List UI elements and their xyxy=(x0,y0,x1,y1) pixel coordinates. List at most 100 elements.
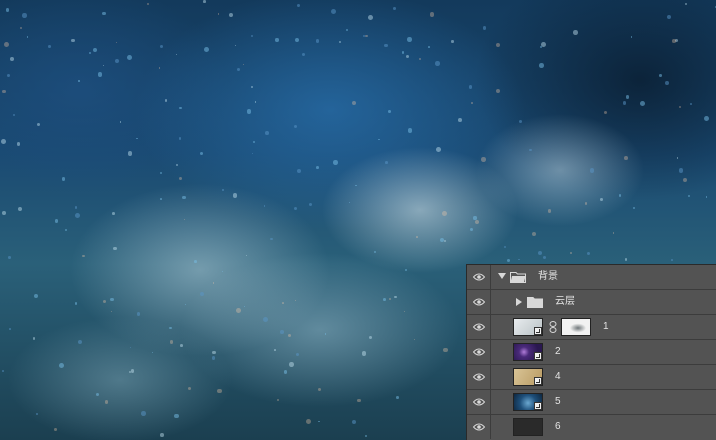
layer-name[interactable]: 背景 xyxy=(538,265,558,289)
texture-speckle xyxy=(61,177,66,181)
texture-speckle xyxy=(687,194,690,197)
collapse-triangle-icon[interactable] xyxy=(516,298,522,306)
texture-speckle xyxy=(296,3,300,7)
texture-speckle xyxy=(221,270,223,272)
texture-speckle xyxy=(3,42,9,48)
texture-speckle xyxy=(667,14,672,19)
texture-speckle xyxy=(160,44,164,48)
texture-speckle xyxy=(419,58,422,61)
visibility-toggle[interactable] xyxy=(467,415,491,439)
visibility-toggle[interactable] xyxy=(467,265,491,289)
texture-speckle xyxy=(182,195,186,200)
texture-speckle xyxy=(112,212,115,216)
texture-speckle xyxy=(264,205,266,207)
texture-speckle xyxy=(442,211,448,216)
texture-speckle xyxy=(387,109,391,113)
eye-icon xyxy=(472,398,485,406)
texture-speckle xyxy=(639,100,645,106)
visibility-toggle[interactable] xyxy=(467,315,491,339)
texture-speckle xyxy=(54,428,57,431)
layer-name[interactable]: 1 xyxy=(603,315,609,339)
texture-speckle xyxy=(102,299,107,304)
visibility-toggle[interactable] xyxy=(467,290,491,314)
layer-thumbnail[interactable] xyxy=(513,418,543,436)
texture-speckle xyxy=(482,26,487,31)
texture-speckle xyxy=(624,156,629,160)
texture-speckle xyxy=(393,7,397,11)
texture-speckle xyxy=(254,101,256,103)
texture-speckle xyxy=(352,419,357,424)
texture-speckle xyxy=(584,202,588,205)
texture-speckle xyxy=(470,102,473,105)
layer-row-2[interactable]: 2 xyxy=(467,340,716,365)
texture-speckle xyxy=(82,254,85,258)
layer-name[interactable]: 5 xyxy=(555,390,561,414)
texture-speckle xyxy=(404,268,407,271)
texture-speckle xyxy=(630,36,633,38)
texture-speckle xyxy=(625,95,630,99)
smart-object-badge-icon xyxy=(534,402,542,410)
texture-speckle xyxy=(389,297,392,300)
texture-speckle xyxy=(262,317,268,323)
texture-speckle xyxy=(235,308,241,314)
texture-speckle xyxy=(22,13,27,18)
texture-speckle xyxy=(2,210,6,215)
texture-speckle xyxy=(114,58,119,63)
texture-speckle xyxy=(10,57,15,61)
layer-row-1[interactable]: 1 xyxy=(467,315,716,340)
layer-thumbnail[interactable] xyxy=(513,343,543,361)
texture-speckle xyxy=(275,38,279,42)
texture-speckle xyxy=(318,420,320,422)
texture-speckle xyxy=(217,12,220,15)
texture-speckle xyxy=(77,340,82,345)
layer-row-4[interactable]: 4 xyxy=(467,365,716,390)
texture-speckle xyxy=(413,338,415,340)
layer-row-5[interactable]: 5 xyxy=(467,390,716,415)
texture-speckle xyxy=(385,161,388,164)
texture-speckle xyxy=(252,141,255,144)
texture-speckle xyxy=(451,40,454,43)
texture-speckle xyxy=(345,29,348,32)
layer-row-6[interactable]: 6 xyxy=(467,415,716,440)
texture-speckle xyxy=(518,258,520,261)
visibility-toggle[interactable] xyxy=(467,390,491,414)
texture-speckle xyxy=(127,54,133,60)
texture-speckle xyxy=(383,43,388,48)
texture-speckle xyxy=(175,53,177,55)
texture-speckle xyxy=(457,117,462,122)
layer-thumbnail[interactable] xyxy=(513,393,543,411)
texture-speckle xyxy=(443,347,449,353)
texture-speckle xyxy=(229,12,233,17)
texture-speckle xyxy=(288,362,294,368)
layer-mask-thumbnail[interactable] xyxy=(561,318,591,336)
layer-name[interactable]: 4 xyxy=(555,365,561,389)
texture-speckle xyxy=(537,250,543,256)
texture-speckle xyxy=(6,74,10,78)
expand-triangle-icon[interactable] xyxy=(498,273,506,279)
texture-speckle xyxy=(428,46,430,49)
texture-speckle xyxy=(468,85,473,89)
layer-thumbnail[interactable] xyxy=(513,368,543,386)
texture-speckle xyxy=(71,38,75,43)
layer-name[interactable]: 2 xyxy=(555,340,561,364)
layer-row-group-clouds[interactable]: 云层 xyxy=(467,290,716,315)
texture-speckle xyxy=(622,101,627,105)
texture-speckle xyxy=(250,35,254,38)
layer-name[interactable]: 6 xyxy=(555,415,561,439)
layer-thumbnail[interactable] xyxy=(513,318,543,336)
texture-speckle xyxy=(315,166,319,170)
texture-speckle xyxy=(54,219,59,223)
texture-speckle xyxy=(17,142,21,146)
texture-speckle xyxy=(604,110,608,115)
layer-row-group-background[interactable]: 背景 xyxy=(467,265,716,290)
texture-speckle xyxy=(75,213,80,219)
texture-speckle xyxy=(383,297,387,301)
layer-name[interactable]: 云层 xyxy=(555,290,575,314)
texture-speckle xyxy=(110,297,114,302)
texture-speckle xyxy=(547,208,552,213)
chain-link-icon[interactable] xyxy=(549,321,557,333)
visibility-toggle[interactable] xyxy=(467,340,491,364)
texture-speckle xyxy=(5,7,10,12)
visibility-toggle[interactable] xyxy=(467,365,491,389)
texture-speckle xyxy=(137,312,141,316)
